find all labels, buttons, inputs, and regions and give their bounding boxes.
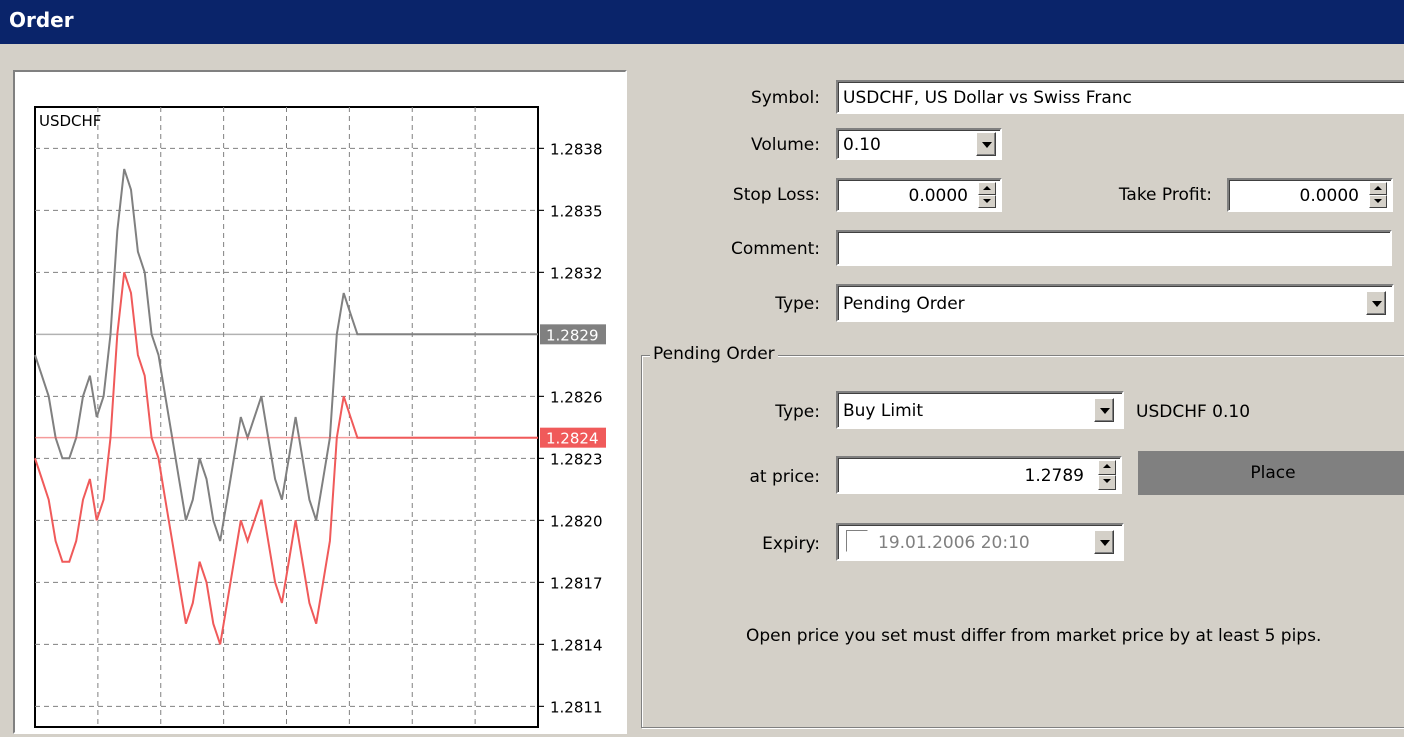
stop-loss-down-icon[interactable] [978, 195, 996, 208]
price-value: 1.2789 [1024, 466, 1084, 486]
stop-loss-value: 0.0000 [908, 186, 968, 206]
order-type-value: Pending Order [843, 294, 965, 314]
expiry-checkbox[interactable] [846, 530, 868, 552]
window-title: Order [0, 0, 1404, 44]
volume-dropdown-button[interactable] [976, 132, 996, 156]
take-profit-spinner[interactable] [1369, 182, 1387, 208]
pending-type-summary: USDCHF 0.10 [1136, 402, 1251, 422]
volume-label: Volume: [751, 135, 820, 155]
take-profit-value: 0.0000 [1299, 186, 1359, 206]
pending-order-group-title: Pending Order [650, 344, 778, 364]
expiry-picker[interactable]: 19.01.2006 20:10 [836, 523, 1124, 561]
take-profit-up-icon[interactable] [1369, 182, 1387, 195]
price-down-icon[interactable] [1098, 475, 1116, 490]
pending-notice: Open price you set must differ from mark… [746, 626, 1322, 646]
pending-type-value: Buy Limit [843, 401, 924, 421]
tick-chart-svg: 1.2838 1.2835 1.2832 1.2826 1.2823 1.2820 1.28… [34, 106, 606, 728]
comment-label: Comment: [730, 239, 820, 259]
tick-chart: 1.2838 1.2835 1.2832 1.2826 1.2823 1.2820 1.28… [13, 70, 627, 734]
expiry-dropdown-button[interactable] [1094, 530, 1114, 554]
take-profit-down-icon[interactable] [1369, 195, 1387, 208]
stop-loss-label: Stop Loss: [732, 185, 820, 205]
chart-symbol-label: USDCHF [39, 112, 101, 130]
order-type-dropdown-button[interactable] [1366, 291, 1386, 315]
y-tick-label: 1.2838 [550, 140, 603, 158]
price-spinner[interactable] [1098, 460, 1116, 490]
stop-loss-up-icon[interactable] [978, 182, 996, 195]
price-input[interactable]: 1.2789 [836, 456, 1122, 494]
type-label: Type: [775, 294, 820, 314]
symbol-field[interactable]: USDCHF, US Dollar vs Swiss Franc [836, 80, 1404, 114]
order-type-combo[interactable]: Pending Order [836, 284, 1394, 322]
expiry-value: 19.01.2006 20:10 [878, 533, 1030, 553]
y-tick-label: 1.2832 [550, 264, 603, 282]
volume-value: 0.10 [843, 135, 881, 155]
y-tick-label: 1.2823 [550, 450, 603, 468]
y-tick-label: 1.2820 [550, 512, 603, 530]
pending-type-combo[interactable]: Buy Limit [836, 391, 1124, 429]
current-price-label-1: 1.2824 [546, 430, 599, 448]
stop-loss-spinner[interactable] [978, 182, 996, 208]
take-profit-label: Take Profit: [1118, 185, 1212, 205]
y-tick-label: 1.2817 [550, 574, 603, 592]
pending-type-dropdown-button[interactable] [1094, 398, 1114, 422]
y-tick-label: 1.2835 [550, 202, 603, 220]
price-up-icon[interactable] [1098, 460, 1116, 475]
current-price-label-0: 1.2829 [546, 326, 599, 344]
symbol-label: Symbol: [750, 88, 820, 108]
comment-input[interactable] [836, 230, 1392, 266]
place-button[interactable]: Place [1138, 451, 1404, 495]
expiry-label: Expiry: [762, 534, 820, 554]
order-dialog-body: 1.2838 1.2835 1.2832 1.2826 1.2823 1.2820 1.28… [0, 44, 1404, 737]
price-label: at price: [749, 467, 820, 487]
pending-type-label: Type: [775, 402, 820, 422]
y-tick-label: 1.2826 [550, 388, 603, 406]
y-tick-label: 1.2811 [550, 698, 603, 716]
y-tick-label: 1.2814 [550, 636, 603, 654]
